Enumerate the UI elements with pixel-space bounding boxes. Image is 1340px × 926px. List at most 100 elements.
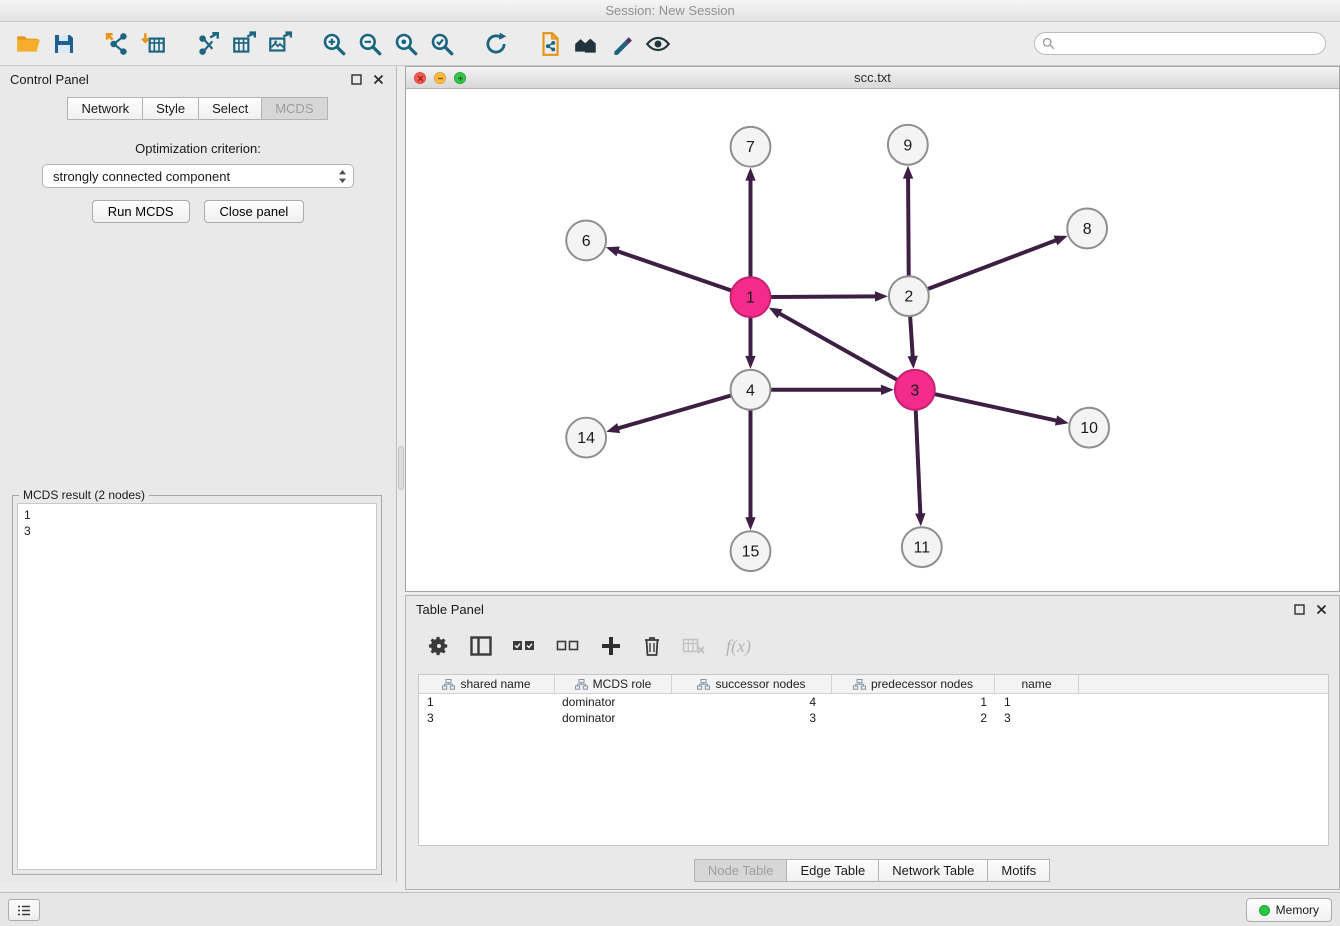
tab-style[interactable]: Style — [142, 97, 199, 120]
zoom-selected-icon[interactable] — [424, 27, 460, 61]
column-header-successor-nodes[interactable]: successor nodes — [672, 675, 832, 693]
refresh-icon[interactable] — [478, 27, 514, 61]
window-zoom-icon[interactable] — [454, 72, 466, 84]
graph-node-14[interactable]: 14 — [566, 418, 606, 458]
float-panel-icon[interactable] — [348, 71, 364, 87]
task-history-button[interactable] — [8, 899, 40, 921]
zoom-in-icon[interactable] — [316, 27, 352, 61]
network-window: scc.txt 7968124314101511 — [405, 66, 1340, 592]
graph-node-15[interactable]: 15 — [731, 531, 771, 571]
table-panel-tabs: Node Table Edge Table Network Table Moti… — [406, 859, 1339, 882]
svg-text:9: 9 — [903, 137, 912, 154]
close-table-panel-icon[interactable] — [1313, 601, 1329, 617]
table-row[interactable]: 3 dominator 3 2 3 — [419, 710, 1328, 726]
tab-network[interactable]: Network — [67, 97, 143, 120]
graph-node-3[interactable]: 3 — [895, 370, 935, 410]
svg-text:14: 14 — [577, 430, 595, 447]
graph-node-7[interactable]: 7 — [731, 127, 771, 167]
panel-splitter-handle[interactable] — [398, 446, 404, 490]
export-table-icon[interactable] — [226, 27, 262, 61]
column-header-name[interactable]: name — [995, 675, 1079, 693]
criterion-dropdown-value: strongly connected component — [53, 169, 338, 184]
graph-edge-2-8[interactable] — [927, 240, 1057, 289]
search-input[interactable] — [1034, 32, 1326, 55]
select-all-icon[interactable] — [512, 638, 536, 654]
close-panel-button[interactable]: Close panel — [204, 200, 305, 223]
close-panel-icon[interactable] — [370, 71, 386, 87]
zoom-fit-icon[interactable] — [388, 27, 424, 61]
graph-node-10[interactable]: 10 — [1069, 408, 1109, 448]
tab-mcds[interactable]: MCDS — [261, 97, 327, 120]
export-image-icon[interactable] — [262, 27, 298, 61]
column-type-icon — [853, 679, 866, 690]
table-panel: Table Panel — [405, 595, 1340, 890]
table-toolbar: f(x) — [428, 630, 1339, 662]
column-header-shared-name[interactable]: shared name — [419, 675, 555, 693]
delete-column-icon[interactable] — [642, 635, 662, 657]
graph-node-2[interactable]: 2 — [889, 276, 929, 316]
apply-style-icon[interactable] — [604, 27, 640, 61]
unselect-all-icon[interactable] — [556, 638, 580, 654]
export-network-icon[interactable] — [190, 27, 226, 61]
optimization-criterion-label: Optimization criterion: — [0, 141, 396, 156]
tab-motifs[interactable]: Motifs — [987, 859, 1050, 882]
svg-text:7: 7 — [746, 139, 755, 156]
tab-network-table[interactable]: Network Table — [878, 859, 988, 882]
svg-text:3: 3 — [910, 382, 919, 399]
show-hide-eye-icon[interactable] — [640, 27, 676, 61]
memory-status-icon — [1259, 905, 1270, 916]
graph-node-6[interactable]: 6 — [566, 220, 606, 260]
import-network-icon[interactable] — [100, 27, 136, 61]
mcds-result-title: MCDS result (2 nodes) — [19, 488, 149, 502]
float-table-panel-icon[interactable] — [1291, 601, 1307, 617]
zoom-out-icon[interactable] — [352, 27, 388, 61]
mcds-result-list[interactable]: 1 3 — [17, 503, 377, 870]
column-type-icon — [442, 679, 455, 690]
memory-button[interactable]: Memory — [1246, 898, 1332, 922]
graph-node-11[interactable]: 11 — [902, 527, 942, 567]
control-panel: Control Panel Network Style Select MCDS … — [0, 66, 397, 882]
window-close-icon[interactable] — [414, 72, 426, 84]
open-folder-icon[interactable] — [10, 27, 46, 61]
mcds-result-item: 3 — [24, 523, 370, 539]
column-header-predecessor-nodes[interactable]: predecessor nodes — [832, 675, 995, 693]
graph-node-1[interactable]: 1 — [731, 277, 771, 317]
graph-edge-2-9[interactable] — [908, 177, 909, 277]
tab-edge-table[interactable]: Edge Table — [786, 859, 879, 882]
graph-node-8[interactable]: 8 — [1067, 209, 1107, 249]
graph-edge-arrowhead — [745, 356, 755, 369]
graph-node-4[interactable]: 4 — [731, 370, 771, 410]
graph-edge-arrowhead — [1055, 415, 1069, 425]
graph-edge-arrowhead — [903, 166, 913, 179]
table-row[interactable]: 1 dominator 4 1 1 — [419, 694, 1328, 710]
column-type-icon — [575, 679, 588, 690]
graph-edge-1-6[interactable] — [616, 251, 731, 291]
graph-edge-3-11[interactable] — [916, 410, 921, 516]
graph-node-9[interactable]: 9 — [888, 125, 928, 165]
graph-edge-4-14[interactable] — [617, 395, 732, 428]
tab-node-table[interactable]: Node Table — [694, 859, 788, 882]
table-settings-gear-icon[interactable] — [428, 635, 450, 657]
column-visibility-icon[interactable] — [470, 636, 492, 656]
graph-edge-3-1[interactable] — [778, 313, 897, 380]
run-mcds-button[interactable]: Run MCDS — [92, 200, 190, 223]
network-canvas[interactable]: 7 9 6 8 1 2 4 3 14 10 15 11 — [406, 89, 1339, 591]
tab-select[interactable]: Select — [198, 97, 262, 120]
add-column-icon[interactable] — [600, 635, 622, 657]
column-header-mcds-role[interactable]: MCDS role — [555, 675, 672, 693]
graph-edge-3-10[interactable] — [934, 394, 1058, 421]
graph-edge-arrowhead — [606, 423, 620, 433]
graph-edge-2-3[interactable] — [910, 316, 913, 358]
graph-edge-1-2[interactable] — [770, 296, 877, 297]
import-table-icon[interactable] — [136, 27, 172, 61]
criterion-dropdown[interactable]: strongly connected component — [42, 164, 354, 188]
window-minimize-icon[interactable] — [434, 72, 446, 84]
graph-edge-arrowhead — [606, 247, 620, 257]
dropdown-arrows-icon — [338, 169, 347, 184]
delete-table-icon-disabled — [682, 637, 706, 655]
home-network-icon[interactable] — [568, 27, 604, 61]
svg-text:2: 2 — [904, 289, 913, 306]
save-icon[interactable] — [46, 27, 82, 61]
window-title: Session: New Session — [0, 0, 1340, 22]
document-share-icon[interactable] — [532, 27, 568, 61]
